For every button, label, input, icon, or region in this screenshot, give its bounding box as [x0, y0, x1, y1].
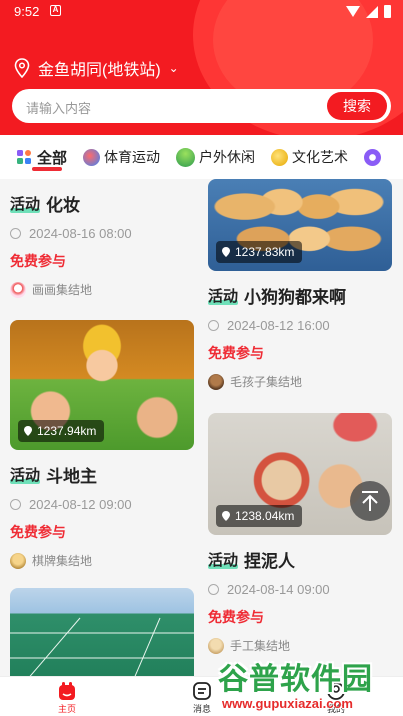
tab-label: 文化艺术	[292, 149, 349, 165]
activity-card-makeup[interactable]: 活动 化妆 2024-08-16 08:00 免费参与 画画集结地	[10, 191, 194, 298]
court-lines	[10, 617, 194, 676]
activity-time: 2024-08-12 09:00	[29, 497, 132, 512]
battery-icon	[384, 5, 391, 18]
distance-badge: 1237.83km	[216, 241, 303, 263]
clock-icon	[10, 499, 21, 510]
badminton-court-image	[10, 588, 194, 676]
activity-price: 免费参与	[10, 524, 66, 540]
activity-tag: 活动	[10, 467, 41, 484]
search-input[interactable]: 请输入内容	[26, 98, 91, 117]
tab-culture[interactable]: 文化艺术	[271, 135, 348, 179]
chevron-down-icon: ⌄	[168, 61, 179, 75]
arrow-up-icon	[362, 491, 378, 511]
activity-price: 免费参与	[208, 345, 264, 361]
search-button[interactable]: 搜索	[327, 92, 387, 120]
location-selector[interactable]: 金鱼胡同(地铁站) ⌄	[14, 56, 179, 80]
location-label: 金鱼胡同(地铁站)	[38, 62, 161, 79]
watermark: 谷普软件园 www.gupuxiazai.com	[218, 654, 403, 714]
status-time: 9:52	[14, 4, 40, 19]
tab-label: 户外休闲	[199, 149, 256, 165]
group-avatar	[208, 373, 224, 390]
tab-more[interactable]	[364, 135, 385, 179]
message-icon	[193, 682, 211, 700]
clock-icon	[208, 320, 219, 331]
group-avatar	[10, 552, 26, 569]
activity-time: 2024-08-14 09:00	[227, 582, 330, 597]
nav-home-label: 主页	[57, 704, 76, 714]
watermark-name: 谷普软件园	[218, 663, 373, 696]
wifi-icon	[346, 6, 360, 17]
activity-title: 斗地主	[46, 467, 98, 486]
puppies-image: 1237.83km	[208, 179, 392, 271]
activity-tag: 活动	[208, 552, 239, 569]
clock-icon	[208, 584, 219, 595]
activity-title: 化妆	[46, 196, 81, 215]
location-pin-icon	[14, 58, 30, 78]
group-name: 画画集结地	[32, 283, 93, 297]
group-name: 手工集结地	[230, 639, 291, 653]
activity-title: 捏泥人	[244, 552, 296, 571]
watermark-url: www.gupuxiazai.com	[222, 696, 353, 711]
header: 9:52 A 金鱼胡同(地铁站) ⌄ 请输入内容 搜索	[0, 0, 403, 135]
activity-price: 免费参与	[208, 609, 264, 625]
category-tabs: 全部 体育运动 户外休闲 文化艺术	[0, 135, 403, 179]
activity-card-clay[interactable]: 1238.04km 活动 捏泥人 2024-08-14 09:00 免费参与 手…	[208, 413, 392, 654]
activity-time: 2024-08-12 16:00	[227, 318, 330, 333]
tab-sports[interactable]: 体育运动	[83, 135, 160, 179]
group-name: 棋牌集结地	[32, 554, 93, 568]
grid-icon	[17, 149, 31, 164]
activity-feed: 活动 化妆 2024-08-16 08:00 免费参与 画画集结地 1237.8…	[0, 179, 403, 676]
group-name: 毛孩子集结地	[230, 375, 303, 389]
notification-icon: A	[50, 5, 61, 16]
distance-badge: 1237.94km	[18, 420, 105, 442]
outdoor-icon	[176, 147, 196, 167]
location-pin-icon	[222, 511, 230, 521]
home-icon	[59, 682, 75, 700]
signal-icon	[366, 5, 378, 18]
nav-home[interactable]: 主页	[37, 680, 97, 715]
activity-card-doudizhu[interactable]: 1237.94km 活动 斗地主 2024-08-12 09:00 免费参与 棋…	[10, 320, 194, 569]
tab-label: 全部	[37, 149, 68, 167]
search-bar[interactable]: 请输入内容 搜索	[12, 89, 391, 123]
distance-badge: 1238.04km	[216, 505, 303, 527]
sports-icon	[83, 148, 101, 166]
activity-time: 2024-08-16 08:00	[29, 226, 132, 241]
activity-title: 小狗狗都来啊	[244, 288, 347, 307]
doudizhu-image: 1237.94km	[10, 320, 194, 450]
activity-card-puppies[interactable]: 1237.83km 活动 小狗狗都来啊 2024-08-12 16:00 免费参…	[208, 179, 392, 390]
more-category-icon	[364, 148, 382, 166]
activity-tag: 活动	[208, 288, 239, 305]
tab-all[interactable]: 全部	[16, 135, 67, 179]
tab-label: 体育运动	[104, 149, 161, 165]
group-avatar	[208, 637, 224, 654]
tab-outdoor[interactable]: 户外休闲	[176, 135, 255, 179]
back-to-top-button[interactable]	[350, 481, 390, 521]
location-pin-icon	[222, 247, 230, 257]
activity-card-badminton[interactable]	[10, 588, 194, 676]
location-pin-icon	[24, 426, 32, 436]
clock-icon	[10, 228, 21, 239]
culture-icon	[271, 148, 289, 166]
active-tab-underline	[32, 167, 62, 171]
status-bar: 9:52 A	[0, 0, 403, 24]
activity-price: 免费参与	[10, 253, 66, 269]
group-avatar	[10, 281, 26, 298]
activity-tag: 活动	[10, 196, 41, 213]
